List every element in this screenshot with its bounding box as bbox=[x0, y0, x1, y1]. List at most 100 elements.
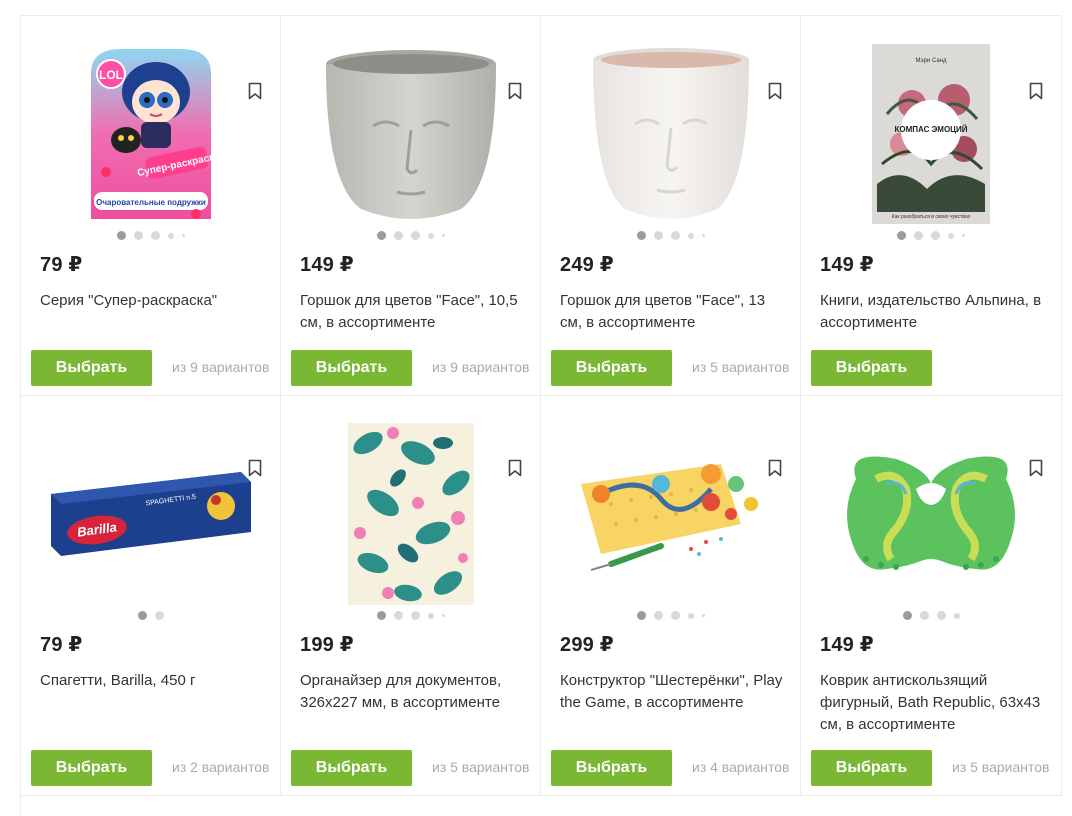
carousel-dot[interactable] bbox=[393, 231, 403, 240]
carousel-dot[interactable] bbox=[410, 611, 420, 620]
carousel-dot[interactable] bbox=[670, 231, 680, 240]
variants-count: из 9 вариантов bbox=[432, 359, 530, 375]
bookmark-icon[interactable] bbox=[248, 82, 262, 100]
image-carousel-dots[interactable] bbox=[281, 611, 540, 620]
variants-count: из 9 вариантов bbox=[172, 359, 270, 375]
product-card[interactable]: LOL Супер-раскраска Очаровательные подру… bbox=[21, 16, 281, 396]
carousel-dot[interactable] bbox=[441, 234, 445, 237]
carousel-dot[interactable] bbox=[116, 231, 126, 240]
product-image[interactable] bbox=[561, 41, 781, 226]
product-price: 299 ₽ bbox=[560, 634, 614, 656]
brand-logo: LOL bbox=[99, 68, 123, 82]
choose-button[interactable]: Выбрать bbox=[291, 350, 412, 386]
product-card[interactable]: 149 ₽ Коврик антискользящий фигурный, Ba… bbox=[801, 396, 1062, 796]
product-image[interactable]: LOL Супер-раскраска Очаровательные подру… bbox=[41, 41, 261, 226]
product-card[interactable]: Barilla SPAGHETTI n.5 79 ₽ Спагетти, Bar… bbox=[21, 396, 281, 796]
carousel-dot[interactable] bbox=[931, 231, 940, 240]
bookmark-icon[interactable] bbox=[768, 459, 782, 477]
bookmark-icon[interactable] bbox=[248, 459, 262, 477]
carousel-dot[interactable] bbox=[427, 232, 434, 239]
carousel-dot[interactable] bbox=[948, 232, 954, 239]
carousel-dot[interactable] bbox=[653, 611, 663, 620]
product-card[interactable]: Мэри Санд КОМПАС ЭМОЦИЙ Как разобраться … bbox=[801, 16, 1062, 396]
image-carousel-dots[interactable] bbox=[21, 231, 280, 240]
carousel-dot[interactable] bbox=[953, 612, 960, 619]
carousel-dot[interactable] bbox=[154, 611, 164, 620]
carousel-dot[interactable] bbox=[701, 234, 705, 237]
carousel-dot[interactable] bbox=[897, 231, 906, 240]
bookmark-icon[interactable] bbox=[508, 459, 522, 477]
product-image[interactable] bbox=[821, 421, 1041, 606]
choose-button[interactable]: Выбрать bbox=[551, 350, 672, 386]
choose-button[interactable]: Выбрать bbox=[811, 750, 932, 786]
product-price: 79 ₽ bbox=[40, 254, 83, 276]
product-card[interactable]: 249 ₽ Горшок для цветов "Face", 13 см, в… bbox=[541, 16, 801, 396]
variants-count: из 4 вариантов bbox=[692, 759, 790, 775]
carousel-dot[interactable] bbox=[936, 611, 946, 620]
book-title: КОМПАС ЭМОЦИЙ bbox=[894, 125, 967, 134]
bookmark-icon[interactable] bbox=[1029, 459, 1043, 477]
image-carousel-dots[interactable] bbox=[801, 611, 1061, 620]
choose-button[interactable]: Выбрать bbox=[811, 350, 932, 386]
choose-button[interactable]: Выбрать bbox=[31, 350, 152, 386]
product-price: 149 ₽ bbox=[820, 634, 874, 656]
image-carousel-dots[interactable] bbox=[801, 231, 1061, 240]
variants-count: из 2 вариантов bbox=[172, 759, 270, 775]
carousel-dot[interactable] bbox=[393, 611, 403, 620]
carousel-dot[interactable] bbox=[376, 611, 386, 620]
product-grid: LOL Супер-раскраска Очаровательные подру… bbox=[20, 15, 1062, 816]
product-title[interactable]: Книги, издательство Альпина, в ассортиме… bbox=[820, 290, 1045, 334]
carousel-dot[interactable] bbox=[902, 611, 912, 620]
product-title[interactable]: Конструктор "Шестерёнки", Play the Game,… bbox=[560, 670, 785, 714]
carousel-dot[interactable] bbox=[410, 231, 420, 240]
book-author: Мэри Санд bbox=[915, 58, 947, 64]
choose-button[interactable]: Выбрать bbox=[31, 750, 152, 786]
carousel-dot[interactable] bbox=[636, 611, 646, 620]
product-image[interactable]: Barilla SPAGHETTI n.5 bbox=[41, 421, 261, 606]
carousel-dot[interactable] bbox=[670, 611, 680, 620]
product-price: 149 ₽ bbox=[300, 254, 354, 276]
product-title[interactable]: Спагетти, Barilla, 450 г bbox=[40, 670, 265, 692]
carousel-dot[interactable] bbox=[441, 614, 445, 617]
image-carousel-dots[interactable] bbox=[281, 231, 540, 240]
product-title[interactable]: Органайзер для документов, 326x227 мм, в… bbox=[300, 670, 525, 714]
carousel-dot[interactable] bbox=[427, 612, 434, 619]
carousel-dot[interactable] bbox=[653, 231, 663, 240]
product-card[interactable]: 199 ₽ Органайзер для документов, 326x227… bbox=[281, 396, 541, 796]
carousel-dot[interactable] bbox=[376, 231, 386, 240]
product-title[interactable]: Горшок для цветов "Face", 10,5 см, в асс… bbox=[300, 290, 525, 334]
image-carousel-dots[interactable] bbox=[541, 611, 800, 620]
carousel-dot[interactable] bbox=[167, 232, 174, 239]
product-title[interactable]: Коврик антискользящий фигурный, Bath Rep… bbox=[820, 670, 1045, 736]
product-card[interactable]: 299 ₽ Конструктор "Шестерёнки", Play the… bbox=[541, 396, 801, 796]
choose-button[interactable]: Выбрать bbox=[551, 750, 672, 786]
carousel-dot[interactable] bbox=[137, 611, 147, 620]
carousel-dot[interactable] bbox=[919, 611, 929, 620]
bookmark-icon[interactable] bbox=[1029, 82, 1043, 100]
product-price: 199 ₽ bbox=[300, 634, 354, 656]
carousel-dot[interactable] bbox=[687, 232, 694, 239]
image-carousel-dots[interactable] bbox=[541, 231, 800, 240]
carousel-dot[interactable] bbox=[962, 234, 965, 237]
variants-count: из 5 вариантов bbox=[952, 759, 1050, 775]
carousel-dot[interactable] bbox=[133, 231, 143, 240]
carousel-dot[interactable] bbox=[687, 612, 694, 619]
choose-button[interactable]: Выбрать bbox=[291, 750, 412, 786]
product-price: 249 ₽ bbox=[560, 254, 614, 276]
product-title[interactable]: Серия "Супер-раскраска" bbox=[40, 290, 265, 312]
product-card[interactable]: 149 ₽ Горшок для цветов "Face", 10,5 см,… bbox=[281, 16, 541, 396]
carousel-dot[interactable] bbox=[701, 614, 705, 617]
carousel-dot[interactable] bbox=[914, 231, 923, 240]
product-title[interactable]: Горшок для цветов "Face", 13 см, в ассор… bbox=[560, 290, 785, 334]
carousel-dot[interactable] bbox=[150, 231, 160, 240]
product-image[interactable] bbox=[561, 421, 781, 606]
product-image[interactable] bbox=[301, 41, 521, 226]
product-image[interactable] bbox=[301, 421, 521, 606]
bookmark-icon[interactable] bbox=[768, 82, 782, 100]
product-image[interactable]: Мэри Санд КОМПАС ЭМОЦИЙ Как разобраться … bbox=[821, 41, 1041, 226]
image-carousel-dots[interactable] bbox=[21, 611, 280, 620]
bookmark-icon[interactable] bbox=[508, 82, 522, 100]
carousel-dot[interactable] bbox=[636, 231, 646, 240]
book-tagline: Как разобраться в своих чувствах bbox=[892, 214, 971, 220]
carousel-dot[interactable] bbox=[181, 234, 185, 237]
